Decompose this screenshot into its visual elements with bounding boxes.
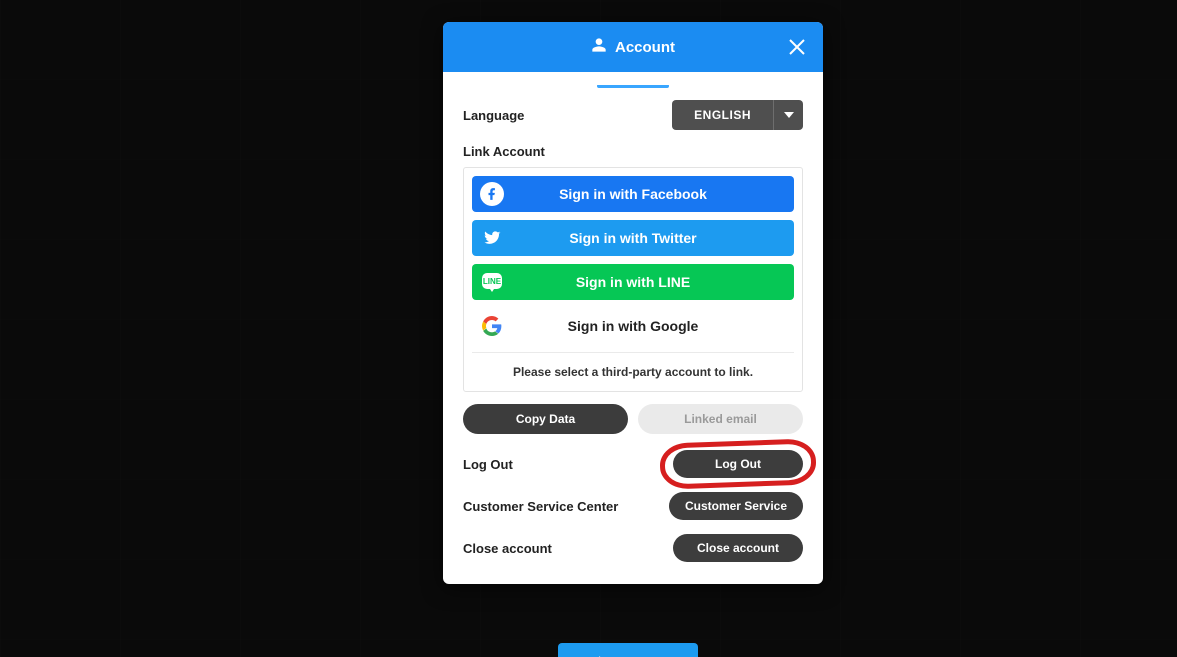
customer-service-button[interactable]: Customer Service	[669, 492, 803, 520]
link-hint: Please select a third-party account to l…	[472, 361, 794, 389]
language-select[interactable]: ENGLISH	[672, 100, 803, 130]
close-account-row: Close account Close account	[463, 534, 803, 562]
link-account-label: Link Account	[463, 144, 803, 159]
svg-text:LINE: LINE	[483, 277, 502, 286]
copy-data-button[interactable]: Copy Data	[463, 404, 628, 434]
modal-header: Account	[443, 22, 823, 72]
modal-title-wrap: Account	[591, 37, 675, 57]
signin-twitter-button[interactable]: Sign in with Twitter	[472, 220, 794, 256]
check-icon	[587, 653, 603, 657]
facebook-icon	[472, 176, 512, 212]
content-peek-divider	[597, 84, 669, 88]
customer-service-row: Customer Service Center Customer Service	[463, 492, 803, 520]
logout-row: Log Out Log Out	[463, 450, 803, 478]
close-button[interactable]	[785, 35, 809, 59]
language-value: ENGLISH	[672, 100, 773, 130]
twitter-icon	[472, 220, 512, 256]
data-buttons-row: Copy Data Linked email	[463, 404, 803, 434]
chevron-down-icon	[773, 100, 803, 130]
person-icon	[591, 37, 607, 57]
divider	[472, 352, 794, 353]
modal-title: Account	[615, 39, 675, 56]
signin-twitter-label: Sign in with Twitter	[512, 230, 794, 246]
signin-facebook-label: Sign in with Facebook	[512, 186, 794, 202]
line-icon: LINE	[472, 264, 512, 300]
close-account-button[interactable]: Close account	[673, 534, 803, 562]
confirm-button[interactable]: Confirm	[558, 643, 698, 657]
language-label: Language	[463, 108, 524, 123]
signin-google-button[interactable]: Sign in with Google	[472, 308, 794, 344]
close-account-label: Close account	[463, 541, 552, 556]
signin-line-label: Sign in with LINE	[512, 274, 794, 290]
language-row: Language ENGLISH	[463, 100, 803, 130]
account-modal: Account Language ENGLISH Link Account Si…	[443, 22, 823, 584]
customer-service-label: Customer Service Center	[463, 499, 618, 514]
logout-button[interactable]: Log Out	[673, 450, 803, 478]
modal-body: Language ENGLISH Link Account Sign in wi…	[443, 72, 823, 584]
linked-email-button: Linked email	[638, 404, 803, 434]
link-account-box: Sign in with Facebook Sign in with Twitt…	[463, 167, 803, 392]
signin-line-button[interactable]: LINE Sign in with LINE	[472, 264, 794, 300]
logout-label: Log Out	[463, 457, 513, 472]
google-icon	[472, 308, 512, 344]
signin-facebook-button[interactable]: Sign in with Facebook	[472, 176, 794, 212]
signin-google-label: Sign in with Google	[512, 318, 794, 334]
